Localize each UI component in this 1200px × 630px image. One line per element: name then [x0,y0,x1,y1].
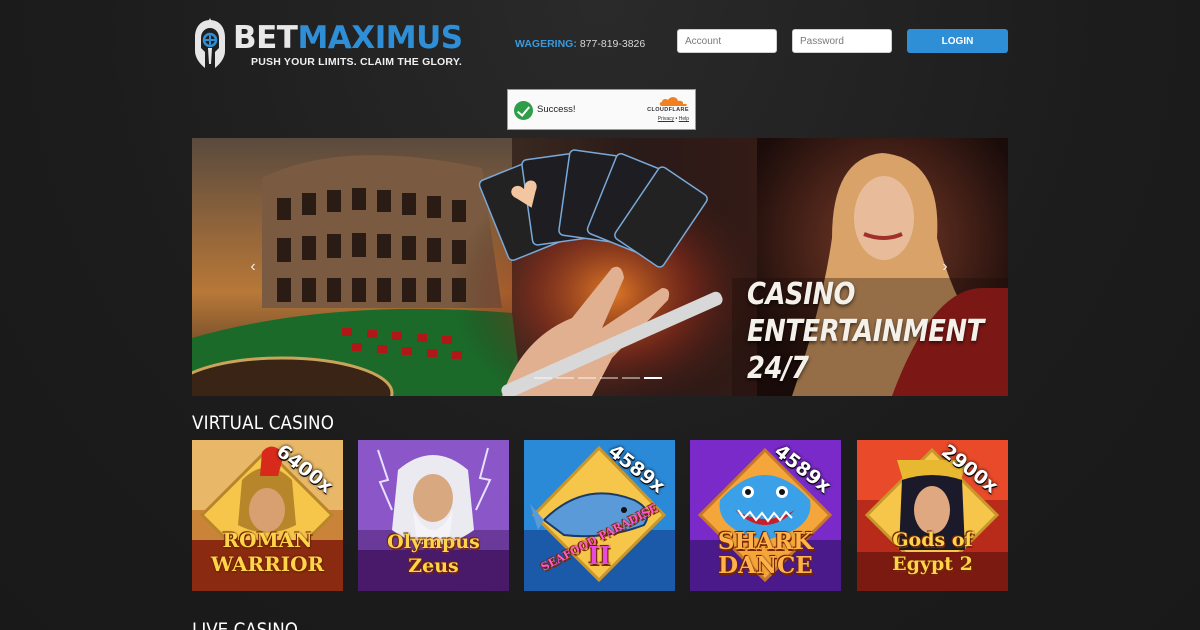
carousel-dot[interactable] [578,377,596,379]
game-title-line2: Zeus [408,555,459,577]
game-title-line1: Gods of [892,529,973,551]
brand-wordmark: BETMAXIMUS [233,21,463,55]
game-tile-roman-warrior[interactable]: ROMAN WARRIOR 6400x [192,440,343,591]
brand-name-part1: BET [233,20,298,56]
help-link[interactable]: Help [679,116,689,122]
carousel-dot[interactable] [534,377,552,379]
hero-headline-line1: CASINO [747,277,856,312]
game-title-line2: WARRIOR [210,552,325,576]
carousel-dot[interactable] [600,377,618,379]
password-input[interactable] [792,29,892,53]
wagering-contact: WAGERING: 877-819-3826 [515,38,645,50]
spartan-helmet-icon [195,18,225,68]
chevron-right-icon[interactable]: › [938,258,952,276]
hero-carousel[interactable]: CASINO ENTERTAINMENT 24/7 ‹ › [192,138,1008,396]
hero-headline-line3: 24/7 [747,351,809,386]
section-title-virtual-casino: VIRTUAL CASINO [192,412,335,434]
game-tile-gods-of-egypt[interactable]: Gods of Egypt 2 2900x [857,440,1008,591]
carousel-dot[interactable] [644,377,662,379]
carousel-indicators [534,377,662,379]
hero-headline: CASINO ENTERTAINMENT 24/7 [747,276,984,387]
brand-logo[interactable]: BETMAXIMUS PUSH YOUR LIMITS. CLAIM THE G… [192,18,463,72]
wagering-phone[interactable]: 877-819-3826 [580,38,645,50]
game-title-line1: Olympus [387,531,480,553]
game-title-line2: Egypt 2 [892,553,973,575]
game-tile-shark-dance[interactable]: SHARK DANCE 4589x [690,440,841,591]
brand-tagline: PUSH YOUR LIMITS. CLAIM THE GLORY. [251,56,462,68]
game-title-line2: II [588,541,611,570]
game-title-line1: SHARK [717,528,814,555]
game-title: ROMAN WARRIOR [192,528,343,576]
chevron-left-icon[interactable]: ‹ [246,258,260,276]
privacy-link[interactable]: Privacy [658,116,674,122]
carousel-dot[interactable] [556,377,574,379]
cloudflare-cloud-icon [659,97,687,106]
login-button[interactable]: LOGIN [907,29,1008,53]
wagering-label: WAGERING: [515,38,577,50]
game-grid: ROMAN WARRIOR 6400x Olympus Zeus SEAFOOD… [192,440,1008,591]
link-separator: • [675,116,678,122]
brand-name-part2: MAXIMUS [297,20,463,56]
captcha-status: Success! [537,104,576,115]
game-title: Olympus Zeus [358,530,509,578]
game-tile-olympus-zeus[interactable]: Olympus Zeus [358,440,509,591]
section-title-live-casino: LIVE CASINO [192,619,298,630]
game-title-numeral: II [524,544,675,568]
hero-headline-line2: ENTERTAINMENT [747,314,984,349]
game-tile-seafood-paradise[interactable]: SEAFOOD PARADISE II 4589x [524,440,675,591]
game-title-line2: DANCE [718,552,813,579]
account-input[interactable] [677,29,777,53]
game-title: SHARK DANCE [690,530,841,578]
carousel-dot[interactable] [622,377,640,379]
cloudflare-brand: CLOUDFLARE [647,107,689,113]
success-check-icon [514,101,533,120]
game-title: Gods of Egypt 2 [857,528,1008,576]
captcha-widget[interactable]: Success! CLOUDFLARE Privacy • Help [507,89,696,130]
captcha-links: Privacy • Help [658,116,689,122]
site-header: BETMAXIMUS PUSH YOUR LIMITS. CLAIM THE G… [192,14,1008,74]
game-title-line1: ROMAN [222,528,313,552]
